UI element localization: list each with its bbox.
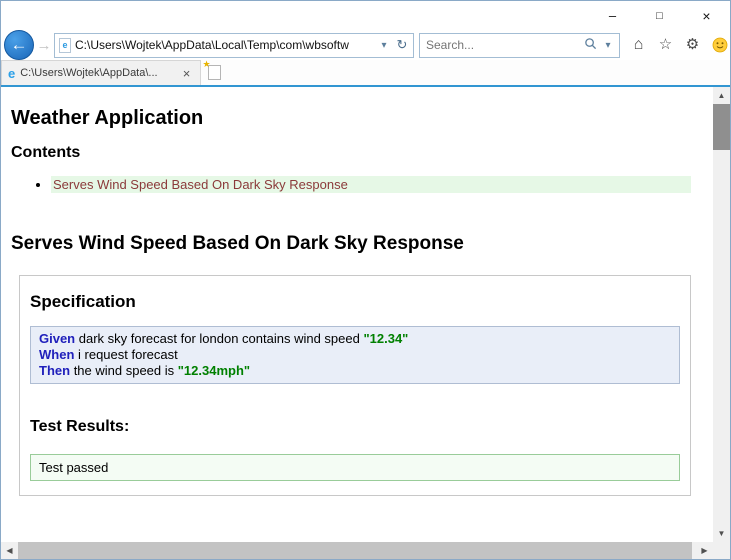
close-icon: × bbox=[702, 7, 711, 24]
forward-arrow-icon: → bbox=[36, 36, 52, 54]
content-area: Weather Application Contents Serves Wind… bbox=[1, 87, 730, 542]
toc-list: Serves Wind Speed Based On Dark Sky Resp… bbox=[11, 176, 703, 193]
horizontal-scroll-thumb[interactable] bbox=[18, 542, 692, 559]
vertical-scroll-thumb[interactable] bbox=[713, 104, 730, 150]
step-given: Given dark sky forecast for london conta… bbox=[39, 331, 671, 347]
tab-title: C:\Users\Wojtek\AppData\... bbox=[20, 67, 158, 79]
tab-bar: e C:\Users\Wojtek\AppData\... × ★ bbox=[1, 60, 730, 85]
navigation-bar: ← → e ▾ ↻ ▾ ⌂ ☆ ⚙ bbox=[1, 30, 730, 60]
test-results-heading: Test Results: bbox=[30, 418, 130, 435]
toc-link[interactable]: Serves Wind Speed Based On Dark Sky Resp… bbox=[51, 176, 691, 193]
chevron-down-icon: ▾ bbox=[381, 39, 387, 51]
scenario-section: Specification Given dark sky forecast fo… bbox=[19, 275, 691, 496]
search-button[interactable] bbox=[581, 37, 599, 53]
scroll-right-button[interactable]: ▶ bbox=[696, 542, 713, 559]
specification-box: Given dark sky forecast for london conta… bbox=[30, 326, 680, 384]
minimize-icon: – bbox=[608, 8, 617, 23]
gear-icon: ⚙ bbox=[685, 36, 700, 53]
ie-favicon-icon: e bbox=[8, 65, 16, 81]
search-icon bbox=[584, 38, 596, 50]
arrow-down-icon: ▼ bbox=[717, 529, 726, 538]
maximize-button[interactable]: □ bbox=[636, 1, 683, 30]
step-when: When i request forecast bbox=[39, 347, 671, 363]
arrow-right-icon: ▶ bbox=[701, 546, 708, 555]
scrollbar-corner bbox=[713, 542, 730, 559]
close-button[interactable]: × bbox=[683, 1, 730, 30]
scroll-left-button[interactable]: ◀ bbox=[1, 542, 18, 559]
favorites-button[interactable]: ☆ bbox=[652, 31, 679, 59]
toc-item: Serves Wind Speed Based On Dark Sky Resp… bbox=[51, 176, 703, 193]
vertical-scrollbar[interactable]: ▲ ▼ bbox=[713, 87, 730, 542]
toolbar: ⌂ ☆ ⚙ bbox=[625, 31, 730, 59]
address-input[interactable] bbox=[71, 38, 375, 52]
forward-button[interactable]: → bbox=[34, 34, 54, 56]
step-keyword: Then bbox=[39, 363, 71, 378]
horizontal-scrollbar[interactable]: ◀ ▶ bbox=[1, 542, 713, 559]
step-text: dark sky forecast for london contains wi… bbox=[78, 331, 360, 346]
star-icon: ☆ bbox=[658, 36, 673, 53]
report-page: Weather Application Contents Serves Wind… bbox=[1, 87, 713, 542]
back-button[interactable]: ← bbox=[4, 30, 34, 60]
page-favicon-icon: e bbox=[59, 37, 71, 53]
titlebar: – □ × bbox=[1, 1, 730, 30]
test-result-box: Test passed bbox=[30, 454, 680, 481]
smiley-icon bbox=[712, 37, 727, 53]
search-input[interactable] bbox=[426, 38, 581, 52]
step-text: the wind speed is bbox=[73, 363, 175, 378]
search-box[interactable]: ▾ bbox=[419, 32, 620, 58]
test-result-text: Test passed bbox=[39, 460, 109, 475]
minimize-button[interactable]: – bbox=[589, 1, 636, 30]
specification-heading: Specification bbox=[30, 292, 136, 311]
refresh-button[interactable]: ↻ bbox=[393, 37, 411, 53]
feedback-button[interactable] bbox=[706, 31, 730, 59]
arrow-left-icon: ◀ bbox=[6, 546, 13, 555]
address-bar[interactable]: e ▾ ↻ bbox=[54, 32, 414, 58]
settings-button[interactable]: ⚙ bbox=[679, 31, 706, 59]
address-dropdown-button[interactable]: ▾ bbox=[375, 40, 393, 51]
new-tab-button[interactable]: ★ bbox=[201, 60, 227, 85]
home-button[interactable]: ⌂ bbox=[625, 31, 652, 59]
scroll-up-button[interactable]: ▲ bbox=[713, 87, 730, 104]
chevron-down-icon: ▾ bbox=[605, 39, 611, 51]
browser-window: – □ × ← → e ▾ ↻ ▾ ⌂ ☆ ⚙ bbox=[0, 0, 731, 560]
step-keyword: When bbox=[39, 347, 75, 362]
page-title: Weather Application bbox=[11, 107, 204, 129]
scroll-down-button[interactable]: ▼ bbox=[713, 525, 730, 542]
step-then: Then the wind speed is "12.34mph" bbox=[39, 363, 671, 379]
active-tab[interactable]: e C:\Users\Wojtek\AppData\... × bbox=[1, 60, 201, 85]
tab-close-button[interactable]: × bbox=[179, 66, 194, 81]
contents-heading: Contents bbox=[11, 144, 81, 161]
refresh-icon: ↻ bbox=[396, 37, 408, 52]
back-arrow-icon: ← bbox=[10, 35, 28, 54]
search-dropdown-button[interactable]: ▾ bbox=[599, 40, 617, 51]
step-value: "12.34" bbox=[363, 331, 409, 346]
maximize-icon: □ bbox=[656, 9, 663, 22]
home-icon: ⌂ bbox=[633, 36, 644, 53]
caption-buttons: – □ × bbox=[589, 1, 730, 30]
step-keyword: Given bbox=[39, 331, 76, 346]
arrow-up-icon: ▲ bbox=[717, 91, 726, 100]
new-tab-icon: ★ bbox=[203, 60, 221, 80]
scenario-heading: Serves Wind Speed Based On Dark Sky Resp… bbox=[11, 233, 464, 254]
step-value: "12.34mph" bbox=[177, 363, 251, 378]
step-text: i request forecast bbox=[78, 347, 178, 362]
